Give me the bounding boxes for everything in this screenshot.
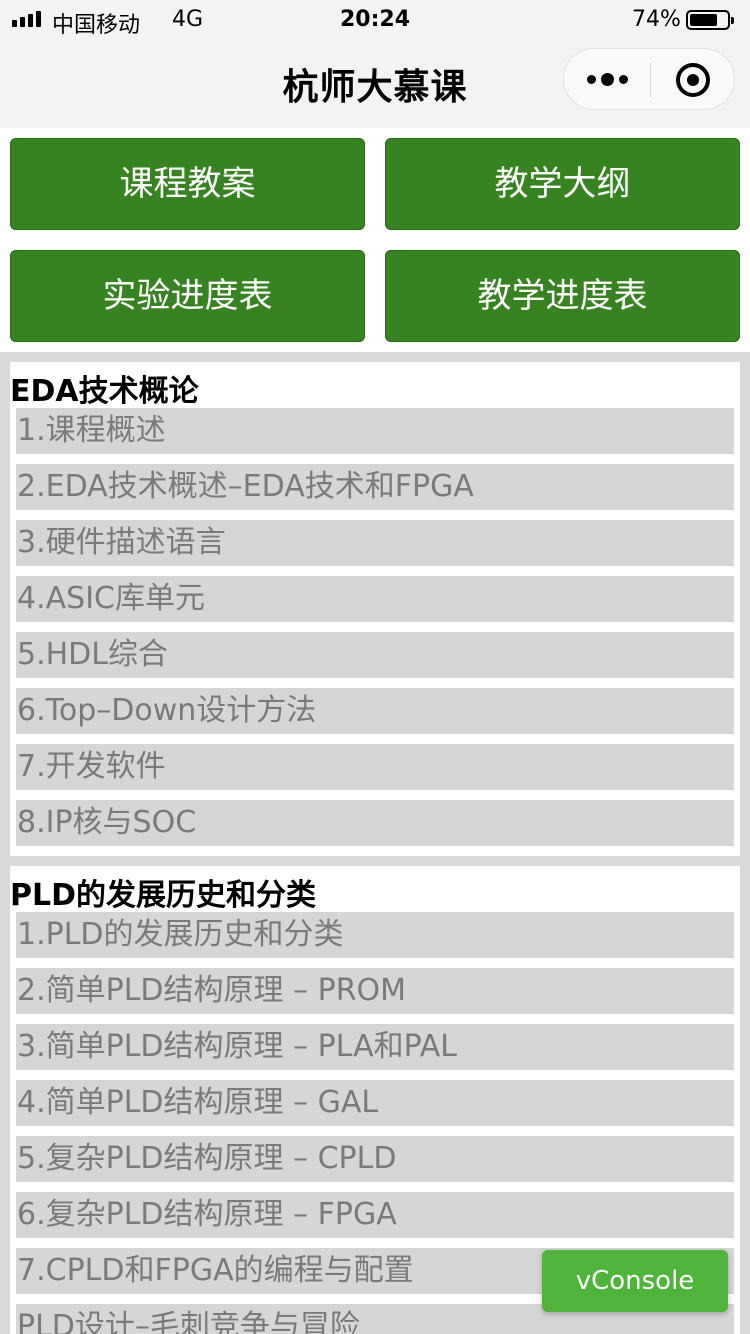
section-eda-overview: EDA技术概论 1.课程概述 2.EDA技术概述–EDA技术和FPGA 3.硬件… [10, 362, 740, 856]
close-target-icon[interactable] [676, 63, 710, 97]
battery-icon [686, 10, 734, 30]
quick-links: 课程教案 教学大纲 实验进度表 教学进度表 [0, 128, 750, 352]
list-item[interactable]: 1.PLD的发展历史和分类 [16, 912, 734, 958]
list-item[interactable]: 1.课程概述 [16, 408, 734, 454]
list-item[interactable]: 5.复杂PLD结构原理 – CPLD [16, 1136, 734, 1182]
teaching-schedule-button[interactable]: 教学进度表 [385, 250, 740, 342]
list-item[interactable]: 3.简单PLD结构原理 – PLA和PAL [16, 1024, 734, 1070]
list-item[interactable]: 6.Top–Down设计方法 [16, 688, 734, 734]
lab-schedule-button[interactable]: 实验进度表 [10, 250, 365, 342]
navigation-bar: 杭师大慕课 [0, 40, 750, 128]
more-dots-icon[interactable] [564, 49, 650, 109]
list-item[interactable]: 7.开发软件 [16, 744, 734, 790]
syllabus-button[interactable]: 教学大纲 [385, 138, 740, 230]
section-title: EDA技术概论 [10, 374, 199, 409]
mini-program-capsule [563, 48, 735, 110]
list-item[interactable]: 3.硬件描述语言 [16, 520, 734, 566]
list-item[interactable]: 2.EDA技术概述–EDA技术和FPGA [16, 464, 734, 510]
list-item[interactable]: 5.HDL综合 [16, 632, 734, 678]
vconsole-button[interactable]: vConsole [542, 1250, 728, 1312]
list-item[interactable]: 4.简单PLD结构原理 – GAL [16, 1080, 734, 1126]
list-item[interactable]: 8.IP核与SOC [16, 800, 734, 846]
list-item[interactable]: 4.ASIC库单元 [16, 576, 734, 622]
list-item[interactable]: 6.复杂PLD结构原理 – FPGA [16, 1192, 734, 1238]
battery-percent: 74% [632, 7, 681, 32]
capsule-divider [650, 63, 651, 97]
status-bar: 中国移动 4G 20:24 74% [0, 0, 750, 40]
section-title: PLD的发展历史和分类 [10, 878, 317, 913]
list-item[interactable]: 2.简单PLD结构原理 – PROM [16, 968, 734, 1014]
course-plan-button[interactable]: 课程教案 [10, 138, 365, 230]
